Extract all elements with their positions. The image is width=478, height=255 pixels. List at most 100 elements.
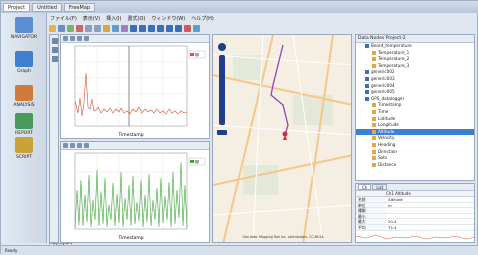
tool-icon[interactable] xyxy=(63,143,68,148)
last-icon[interactable] xyxy=(175,25,182,32)
zoom-icon[interactable] xyxy=(52,38,58,44)
tool-icon[interactable] xyxy=(77,36,82,41)
play-icon[interactable] xyxy=(148,25,155,32)
node-icon xyxy=(372,50,376,55)
chart-bottom-plot[interactable]: W Timestamp xyxy=(61,150,211,244)
stop-icon[interactable] xyxy=(157,25,164,32)
props-value[interactable]: m xyxy=(386,203,392,208)
cut-icon[interactable] xyxy=(76,25,83,32)
tree-item[interactable]: Direction xyxy=(356,149,474,156)
tree-item[interactable]: GPS_datalogger xyxy=(356,96,474,103)
node-icon xyxy=(372,103,376,108)
props-table: 名前 Altitude 単位 m 種類 最小 最大 20.4 平均 75.4 xyxy=(356,197,474,231)
tab-untitled[interactable]: Untitled xyxy=(32,2,62,12)
map-canvas[interactable]: Geo data: Mapping Tool Inc. contributors… xyxy=(213,35,352,243)
sidebar-item-report[interactable]: REPORT xyxy=(7,113,41,136)
tree-item[interactable]: generic004 xyxy=(356,83,474,90)
new-icon[interactable] xyxy=(67,25,74,32)
tree-item[interactable]: Time xyxy=(356,109,474,116)
data-tree-list: Board_temperature Temperature_1 Temperatur… xyxy=(356,43,474,168)
menu-file[interactable]: ファイル(F) xyxy=(47,15,80,22)
tree-item[interactable]: Timestamp xyxy=(356,102,474,109)
tool-icon[interactable] xyxy=(70,36,75,41)
chart-top-plot[interactable]: W Timestamp xyxy=(61,43,211,140)
tree-item-label: generic003 xyxy=(371,75,395,81)
first-icon[interactable] xyxy=(130,25,137,32)
chart-top-panel: W Timestamp xyxy=(60,34,210,139)
sidebar-item-analysis[interactable]: ANALYSIS xyxy=(7,85,41,108)
chart-top-legend: W xyxy=(195,53,199,58)
tree-item[interactable]: Sats xyxy=(356,155,474,162)
tool-icon[interactable] xyxy=(84,36,89,41)
tree-item-label: Temperature_3 xyxy=(378,62,410,68)
tool-icon[interactable] xyxy=(70,143,75,148)
tree-item[interactable]: generic005 xyxy=(356,89,474,96)
tool-icon[interactable] xyxy=(77,143,82,148)
pan-icon[interactable] xyxy=(52,47,58,53)
menu-format[interactable]: 書式(O) xyxy=(125,15,149,22)
save-icon[interactable] xyxy=(58,25,65,32)
menu-view[interactable]: 表示(V) xyxy=(80,15,103,22)
props-tab-list[interactable]: List xyxy=(372,184,388,190)
props-tab-ch[interactable]: Ch xyxy=(358,184,372,190)
props-key: 種類 xyxy=(356,208,386,213)
app-window: Project Untitled FreeMap ファイル(F) 表示(V) 挿… xyxy=(0,0,478,255)
table-icon[interactable] xyxy=(121,25,128,32)
tab-freemap[interactable]: FreeMap xyxy=(63,2,96,12)
script-icon xyxy=(15,137,33,153)
map-view[interactable]: Geo data: Mapping Tool Inc. contributors… xyxy=(212,34,352,243)
record-icon[interactable] xyxy=(184,25,191,32)
props-value[interactable]: 20.4 xyxy=(386,219,396,224)
tree-item[interactable]: generic002 xyxy=(356,69,474,76)
node-icon xyxy=(372,116,376,121)
props-value[interactable] xyxy=(386,214,388,219)
tab-project[interactable]: Project xyxy=(3,2,31,12)
tree-item[interactable]: Temperature_3 xyxy=(356,63,474,70)
sidebar-item-navigator[interactable]: NAVIGATOR xyxy=(7,17,41,40)
chart-bottom-xlabel: Timestamp xyxy=(117,235,143,241)
node-icon xyxy=(372,129,376,134)
tree-item[interactable]: Heading xyxy=(356,142,474,149)
props-key: 最大 xyxy=(356,219,386,224)
props-value[interactable] xyxy=(386,208,388,213)
menu-help[interactable]: ヘルプ(H) xyxy=(188,15,217,22)
sidebar-item-script[interactable]: SCRIPT xyxy=(7,137,41,160)
main-toolbar xyxy=(47,23,352,34)
map-icon[interactable] xyxy=(112,25,119,32)
tree-item[interactable]: Latitude xyxy=(356,116,474,123)
props-value[interactable]: Altitude xyxy=(386,197,403,202)
props-value[interactable]: 75.4 xyxy=(386,225,396,230)
chart-top-toolbar xyxy=(61,35,209,43)
tree-item[interactable]: Board_temperature xyxy=(356,43,474,50)
data-tree-panel: Data Nodes Project-2 Board_temperature Te… xyxy=(355,34,475,181)
tree-item[interactable]: Velocity xyxy=(356,135,474,142)
paste-icon[interactable] xyxy=(94,25,101,32)
tree-item[interactable]: Altitude xyxy=(356,128,474,136)
node-icon xyxy=(365,96,369,101)
tree-item-label: generic005 xyxy=(371,89,395,95)
tree-item[interactable]: Temperature_2 xyxy=(356,56,474,63)
copy-icon[interactable] xyxy=(85,25,92,32)
next-icon[interactable] xyxy=(166,25,173,32)
tool-icon[interactable] xyxy=(63,36,68,41)
node-icon xyxy=(372,57,376,62)
menu-window[interactable]: ウィンドウ(W) xyxy=(148,15,188,22)
tree-item[interactable]: Temperature_1 xyxy=(356,50,474,57)
tree-item[interactable]: generic003 xyxy=(356,76,474,83)
sidebar-item-label: Graph xyxy=(17,69,31,74)
tool-icon[interactable] xyxy=(84,143,89,148)
chart-icon[interactable] xyxy=(103,25,110,32)
sidebar-item-graph[interactable]: Graph xyxy=(7,51,41,74)
loop-icon[interactable] xyxy=(193,25,200,32)
map-attribution: Geo data: Mapping Tool Inc. contributors… xyxy=(242,235,324,239)
tree-item-label: Temperature_1 xyxy=(378,49,410,55)
cursor-icon[interactable] xyxy=(52,56,58,62)
tree-item[interactable]: Longitude xyxy=(356,122,474,129)
menu-insert[interactable]: 挿入(I) xyxy=(103,15,124,22)
prev-icon[interactable] xyxy=(139,25,146,32)
sidebar-item-label: ANALYSIS xyxy=(13,103,35,108)
tree-item[interactable]: Distance xyxy=(356,162,474,169)
tree-item-label: Latitude xyxy=(378,115,396,121)
node-icon xyxy=(372,109,376,114)
open-icon[interactable] xyxy=(49,25,56,32)
